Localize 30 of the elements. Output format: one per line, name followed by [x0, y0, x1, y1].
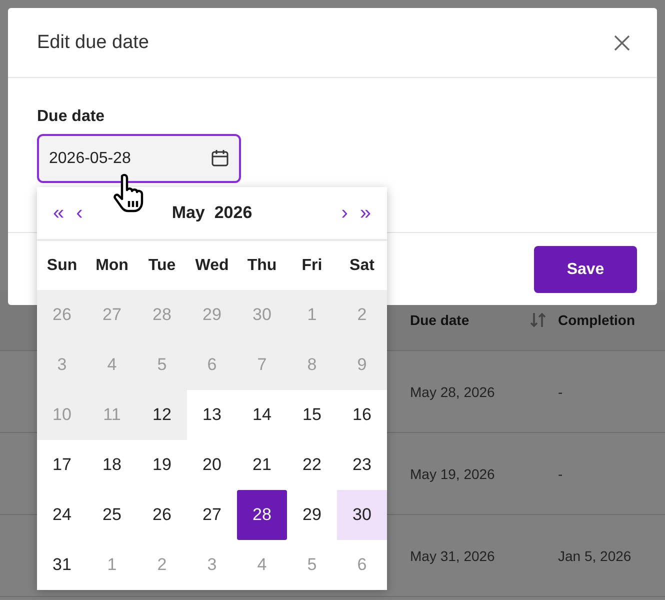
previous-month-button[interactable]: ‹ — [70, 202, 89, 224]
date-input-field[interactable]: 2026-05-28 — [37, 134, 241, 183]
calendar-day[interactable]: 28 — [237, 490, 287, 540]
table-cell: Jan 5, 2026 — [558, 548, 632, 564]
next-month-button[interactable]: › — [335, 202, 354, 224]
weekday-label: Fri — [300, 256, 324, 276]
next-year-button[interactable]: » — [354, 202, 377, 224]
month-title: May 2026 — [170, 203, 254, 223]
table-cell: May 28, 2026 — [410, 384, 495, 400]
close-icon[interactable] — [614, 34, 630, 50]
table-cell: - — [558, 466, 563, 482]
column-header: Completion — [558, 312, 635, 328]
weekday-label: Mon — [94, 256, 130, 276]
weekday-label: Tue — [147, 256, 177, 276]
dialog-title: Edit due date — [37, 32, 149, 54]
weekday-label: Thu — [246, 256, 278, 276]
save-button[interactable]: Save — [534, 246, 637, 293]
calendar-day[interactable]: 12 — [137, 390, 187, 440]
calendar-day[interactable]: 31 — [37, 540, 87, 590]
table-cell: May 19, 2026 — [410, 466, 495, 482]
calendar-day[interactable]: 30 — [337, 490, 387, 540]
weekday-label: Sun — [46, 256, 78, 276]
table-cell: - — [558, 384, 563, 400]
column-header: Due date — [410, 312, 470, 328]
weekday-label: Wed — [194, 256, 230, 276]
weekday-label: Sat — [348, 256, 376, 276]
previous-year-button[interactable]: « — [47, 202, 70, 224]
calendar-icon[interactable] — [211, 149, 229, 167]
field-label: Due date — [37, 108, 106, 126]
table-cell: May 31, 2026 — [410, 548, 495, 564]
